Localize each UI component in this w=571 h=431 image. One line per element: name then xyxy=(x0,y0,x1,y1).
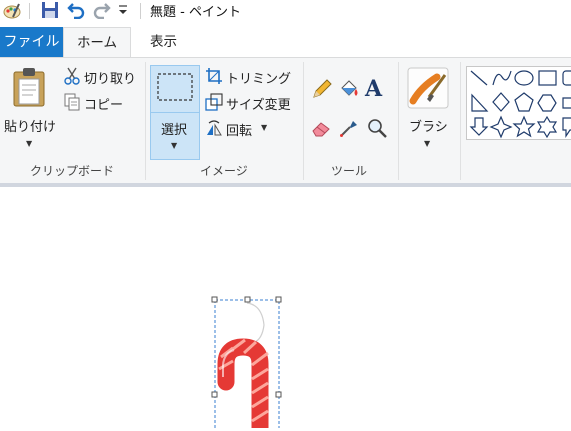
shape-line-icon xyxy=(470,70,488,86)
tools-group-label: ツール xyxy=(331,164,368,178)
shape-right-triangle-icon xyxy=(471,93,489,112)
paint-app-icon[interactable] xyxy=(2,1,22,24)
crop-button[interactable]: トリミング xyxy=(204,66,300,88)
cut-button[interactable]: 切り取り xyxy=(62,66,140,88)
shape-curve-icon xyxy=(492,70,512,86)
rotate-icon xyxy=(205,119,223,140)
text-icon[interactable]: A xyxy=(365,76,382,102)
shape-arrow-down-icon xyxy=(469,117,489,136)
shape-diamond-icon xyxy=(492,92,510,112)
qat-separator xyxy=(140,3,141,19)
shape-hexagon-icon xyxy=(537,94,557,112)
select-split-line xyxy=(151,112,199,113)
crop-icon xyxy=(205,67,223,88)
resize-handle[interactable] xyxy=(211,391,218,398)
rotate-button[interactable]: 回転 ▼ xyxy=(204,118,300,140)
select-rect-icon xyxy=(156,72,194,105)
copy-button[interactable]: コピー xyxy=(62,92,140,114)
canvas-area[interactable] xyxy=(0,187,571,431)
paste-label: 貼り付け xyxy=(4,120,57,135)
save-icon[interactable] xyxy=(41,1,59,22)
shape-star-five-icon xyxy=(512,115,536,138)
brush-icon xyxy=(407,67,449,112)
group-separator xyxy=(303,62,304,180)
hanging-string xyxy=(246,302,265,344)
shape-oval-icon xyxy=(514,70,534,86)
eraser-icon[interactable] xyxy=(311,117,333,142)
shapes-gallery-grid xyxy=(469,70,571,139)
undo-icon[interactable] xyxy=(67,1,85,22)
resize-button[interactable]: サイズ変更 xyxy=(204,92,300,114)
candy-cane-image xyxy=(217,302,269,431)
shape-rectangle-icon xyxy=(538,70,557,86)
tab-home[interactable]: ホーム xyxy=(63,27,131,57)
shape-callout-icon xyxy=(562,117,571,138)
shape-pentagon-icon xyxy=(514,92,534,112)
fill-icon[interactable] xyxy=(338,78,360,103)
ribbon-tabs: ファイル ホーム 表示 xyxy=(0,27,571,57)
redo-icon[interactable] xyxy=(93,1,111,22)
rotate-dropdown-icon: ▼ xyxy=(261,123,268,132)
shape-arrow-right-icon xyxy=(562,97,571,109)
crop-label: トリミング xyxy=(226,72,292,87)
rotate-label: 回転 xyxy=(226,124,253,139)
resize-icon xyxy=(205,93,223,114)
shape-star-six-icon xyxy=(536,115,558,139)
ribbon-panel: 貼り付け ▼ 切り取り コピー クリップボード 選択 ▼ トリミング サイズ変更… xyxy=(0,57,571,183)
shape-star-four-icon xyxy=(489,115,513,139)
qat-separator xyxy=(29,3,30,19)
resize-label: サイズ変更 xyxy=(226,98,291,113)
color-picker-icon[interactable] xyxy=(338,117,360,142)
clipboard-group-label: クリップボード xyxy=(30,164,115,178)
resize-handle[interactable] xyxy=(211,296,218,303)
copy-label: コピー xyxy=(84,98,124,113)
select-dropdown-icon: ▼ xyxy=(171,141,178,150)
copy-icon xyxy=(64,93,80,114)
group-separator xyxy=(145,62,146,180)
magnifier-icon[interactable] xyxy=(366,117,388,142)
paste-dropdown-icon: ▼ xyxy=(26,139,33,148)
group-separator xyxy=(398,62,399,180)
tab-view[interactable]: 表示 xyxy=(150,27,177,57)
select-button[interactable]: 選択 ▼ xyxy=(150,65,200,160)
scissors-icon xyxy=(64,67,80,88)
resize-handle[interactable] xyxy=(275,296,282,303)
customize-dropdown-icon[interactable] xyxy=(118,4,128,19)
cut-label: 切り取り xyxy=(84,72,137,87)
canvas-drawing xyxy=(211,296,282,431)
image-group-label: イメージ xyxy=(200,164,248,178)
clipboard-icon xyxy=(11,67,47,110)
brushes-dropdown-icon: ▼ xyxy=(424,139,431,148)
select-label: 選択 xyxy=(161,123,188,138)
brushes-label: ブラシ xyxy=(409,120,448,135)
resize-handle[interactable] xyxy=(275,391,282,398)
pencil-icon[interactable] xyxy=(311,78,333,103)
paste-button[interactable]: 貼り付け ▼ xyxy=(2,64,58,158)
brushes-button[interactable]: ブラシ ▼ xyxy=(403,64,455,158)
shape-rounded-rectangle-icon xyxy=(562,70,571,86)
group-separator xyxy=(460,62,461,180)
shapes-gallery[interactable] xyxy=(466,66,571,140)
window-title: 無題 - ペイント xyxy=(150,5,241,20)
tab-file[interactable]: ファイル xyxy=(0,27,63,57)
title-bar: 無題 - ペイント xyxy=(0,0,571,22)
resize-handle[interactable] xyxy=(244,296,251,303)
